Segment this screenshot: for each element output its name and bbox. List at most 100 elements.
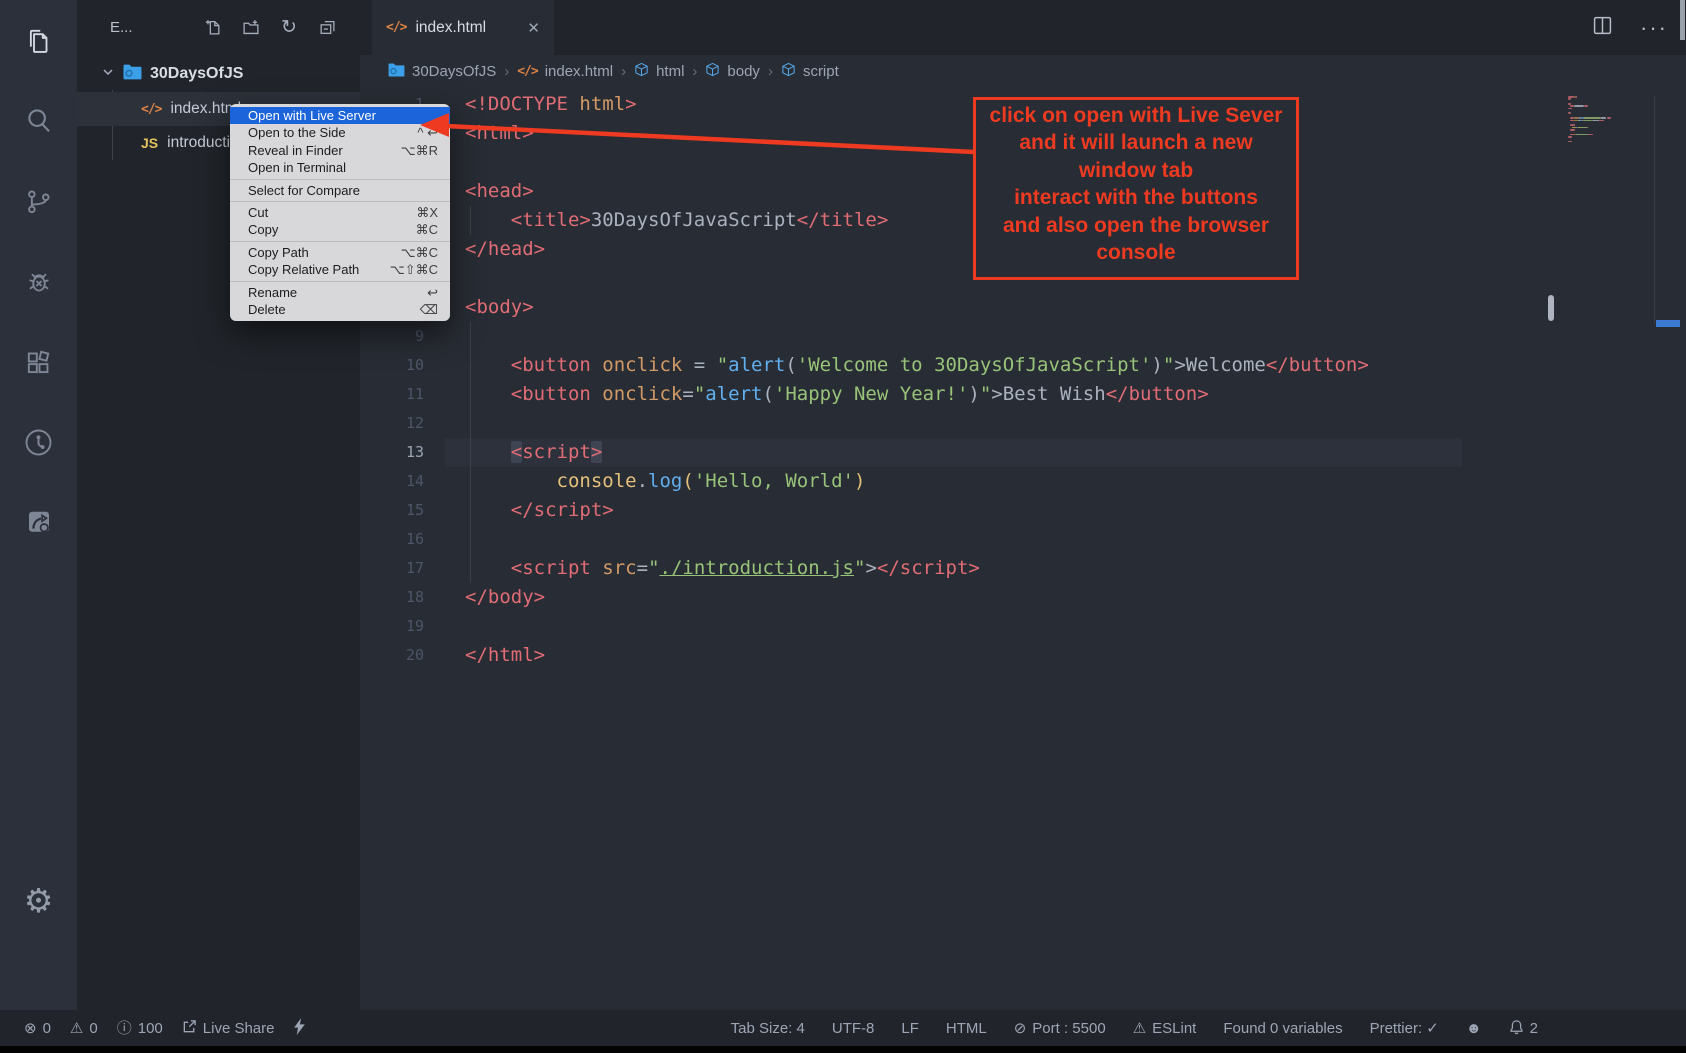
language-mode-label: HTML	[946, 1020, 987, 1037]
annotation-line: and also open the browser	[976, 212, 1296, 239]
lightning[interactable]	[293, 1018, 306, 1038]
tab-size[interactable]: Tab Size: 4	[731, 1020, 805, 1037]
scrollbar-thumb[interactable]	[1548, 295, 1554, 321]
menu-item-label: Copy Relative Path	[248, 261, 390, 278]
bottom-edge	[0, 1046, 1686, 1053]
breadcrumb-separator: ›	[692, 63, 697, 80]
menu-item-reveal-in-finder[interactable]: Reveal in Finder⌥⌘R	[230, 142, 450, 159]
symbol-cube-icon	[705, 62, 720, 81]
menu-item-label: Rename	[248, 284, 427, 301]
minimap-line	[1574, 124, 1575, 126]
close-tab-icon[interactable]: ✕	[527, 19, 540, 37]
live-share-icon[interactable]	[0, 498, 77, 548]
collapse-folders-icon[interactable]	[308, 12, 346, 42]
menu-item-select-for-compare[interactable]: Select for Compare	[230, 182, 450, 199]
window-scrollbar-thumb[interactable]	[1680, 0, 1685, 40]
run-debug-icon[interactable]	[0, 257, 77, 307]
settings-gear-icon[interactable]: ⚙	[0, 875, 77, 925]
eol[interactable]: LF	[901, 1020, 919, 1037]
infos[interactable]: ⓘ100	[117, 1020, 163, 1037]
lightning-bolt-icon	[293, 1018, 306, 1038]
eslint[interactable]: ⚠ESLint	[1133, 1020, 1197, 1037]
js-file-icon: JS	[141, 135, 158, 151]
source-control-icon[interactable]	[0, 176, 77, 226]
tree-root-folder[interactable]: 30DaysOfJS	[77, 58, 360, 90]
breadcrumb-label: html	[656, 63, 684, 80]
smiley-icon: ☻	[1466, 1021, 1482, 1036]
menu-item-rename[interactable]: Rename↩	[230, 284, 450, 301]
new-file-icon[interactable]	[194, 12, 232, 42]
variables[interactable]: Found 0 variables	[1223, 1020, 1342, 1037]
search-icon[interactable]	[0, 95, 77, 145]
minimap[interactable]	[1568, 96, 1656, 148]
minimap-line	[1607, 117, 1612, 119]
menu-item-label: Open with Live Server	[248, 107, 438, 124]
annotation-line: window tab	[976, 157, 1296, 184]
menu-item-delete[interactable]: Delete⌫	[230, 301, 450, 318]
menu-item-copy[interactable]: Copy⌘C	[230, 221, 450, 238]
menu-item-copy-relative-path[interactable]: Copy Relative Path⌥⇧⌘C	[230, 261, 450, 278]
port[interactable]: ⊘Port : 5500	[1014, 1020, 1106, 1037]
annotation-line: interact with the buttons	[976, 184, 1296, 211]
notifications-label: 2	[1530, 1020, 1538, 1037]
live-share-label: Live Share	[203, 1020, 275, 1037]
menu-item-open-in-terminal[interactable]: Open in Terminal	[230, 159, 450, 176]
breadcrumb-index.html[interactable]: </>index.html	[517, 63, 613, 80]
eol-label: LF	[901, 1020, 919, 1037]
overview-ruler	[1654, 96, 1655, 324]
explorer-icon[interactable]	[0, 16, 77, 66]
refresh-icon[interactable]: ↻	[270, 12, 308, 42]
code-line-20: </html>	[465, 641, 545, 670]
menu-divider	[230, 201, 450, 202]
new-folder-icon[interactable]	[232, 12, 270, 42]
warnings[interactable]: ⚠0	[70, 1020, 98, 1037]
breadcrumb-30DaysOfJS[interactable]: 30DaysOfJS	[388, 63, 496, 81]
code-line-6: </head>	[465, 235, 545, 264]
remote-circle-icon[interactable]	[0, 417, 77, 467]
notifications[interactable]: 2	[1509, 1019, 1538, 1038]
context-menu: Open with Live ServerOpen to the Side^ ↩…	[230, 104, 450, 321]
menu-item-cut[interactable]: Cut⌘X	[230, 204, 450, 221]
symbol-cube-icon	[634, 62, 649, 81]
split-editor-icon[interactable]	[1593, 16, 1612, 40]
breadcrumb-separator: ›	[768, 63, 773, 80]
menu-item-label: Reveal in Finder	[248, 142, 401, 159]
breadcrumb-body[interactable]: body	[705, 62, 760, 81]
minimap-line	[1584, 105, 1588, 107]
menu-divider	[230, 179, 450, 180]
tab-index-html[interactable]: </> index.html ✕	[372, 0, 554, 55]
language-mode[interactable]: HTML	[946, 1020, 987, 1037]
menu-item-shortcut: ⌥⌘C	[401, 244, 438, 261]
minimap-line	[1568, 108, 1572, 110]
menu-item-shortcut: ⌘X	[416, 204, 438, 221]
minimap-line	[1574, 105, 1584, 107]
line-number: 18	[360, 583, 424, 612]
live-share[interactable]: Live Share	[182, 1019, 275, 1037]
minimap-line	[1593, 120, 1599, 122]
annotation-line: click on open with Live Sever	[976, 102, 1296, 129]
menu-item-label: Delete	[248, 301, 420, 318]
menu-item-label: Copy	[248, 221, 416, 238]
menu-item-open-with-live-server[interactable]: Open with Live Server	[230, 107, 450, 124]
code-line-8: <body>	[465, 293, 534, 322]
extensions-icon[interactable]	[0, 338, 77, 388]
minimap-line	[1576, 96, 1577, 98]
minimap-line	[1568, 112, 1571, 114]
breadcrumb-html[interactable]: html	[634, 62, 684, 81]
prettier[interactable]: Prettier: ✓	[1370, 1019, 1439, 1037]
minimap-line	[1599, 120, 1604, 122]
circle-slash-icon: ⊘	[1014, 1021, 1027, 1036]
menu-item-open-to-the-side[interactable]: Open to the Side^ ↩	[230, 124, 450, 141]
encoding[interactable]: UTF-8	[832, 1020, 875, 1037]
breadcrumb-script[interactable]: script	[781, 62, 839, 81]
explorer-header: E... ↻	[77, 10, 360, 44]
more-actions-icon[interactable]: ···	[1640, 17, 1668, 39]
menu-item-copy-path[interactable]: Copy Path⌥⌘C	[230, 244, 450, 261]
html-file-icon: </>	[141, 102, 161, 117]
minimap-line	[1570, 129, 1575, 131]
errors[interactable]: ⊗0	[24, 1020, 51, 1037]
errors-label: 0	[43, 1020, 51, 1037]
code-line-17: <script src="./introduction.js"></script…	[465, 554, 980, 583]
code-line-5: <title>30DaysOfJavaScript</title>	[465, 206, 888, 235]
feedback[interactable]: ☻	[1466, 1021, 1482, 1036]
